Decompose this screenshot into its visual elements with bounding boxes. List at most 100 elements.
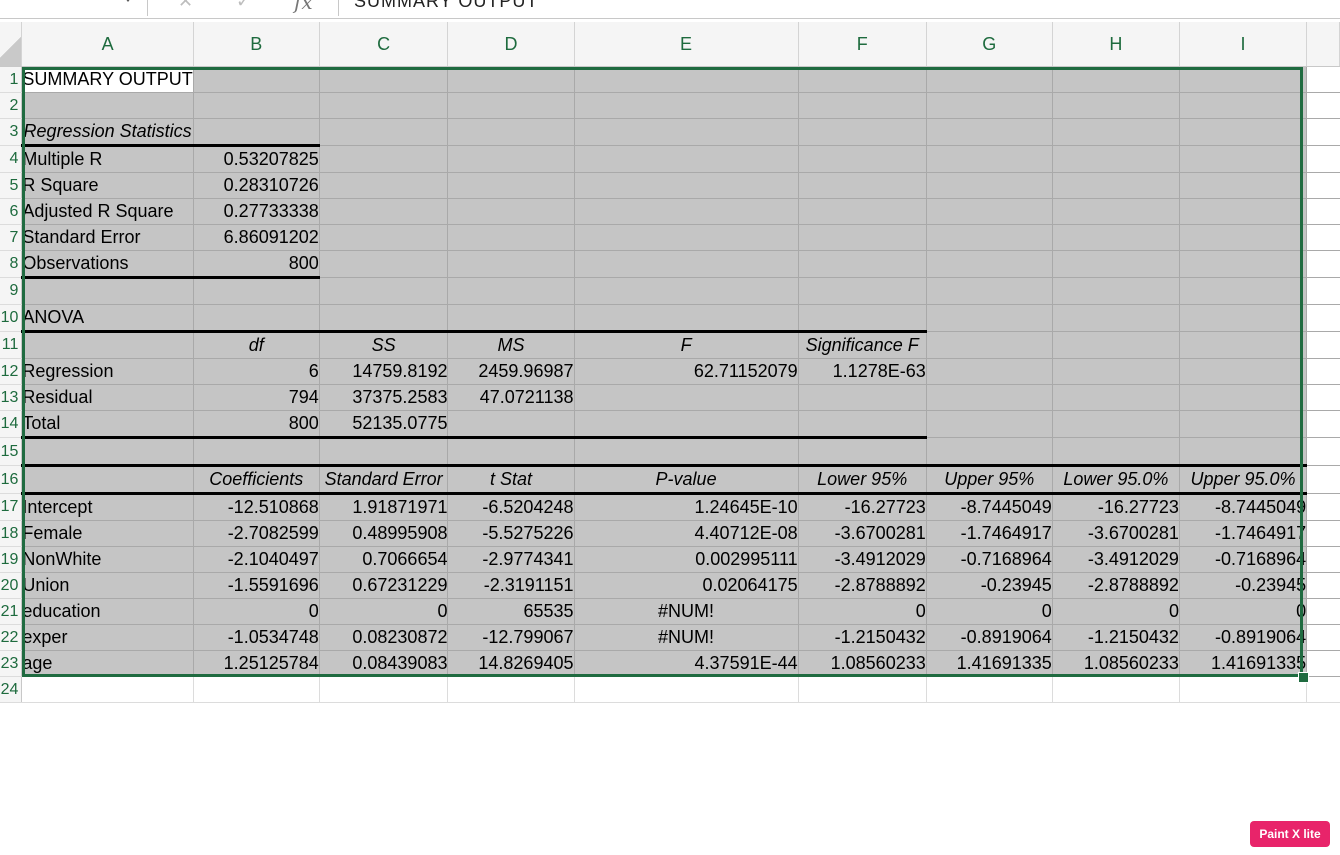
cell-d5[interactable]	[447, 172, 575, 199]
cell-b3[interactable]	[193, 118, 320, 147]
cell-g19[interactable]: -0.7168964	[926, 546, 1053, 573]
cell-c13[interactable]: 37375.2583	[319, 384, 449, 411]
cell-c14[interactable]: 52135.0775	[319, 410, 449, 439]
cell-g14[interactable]	[926, 410, 1053, 438]
cell-e9[interactable]	[574, 277, 799, 305]
cell-c10[interactable]	[319, 304, 449, 333]
spreadsheet-grid[interactable]: A B C D E F G H I 1 SUMMARY OUTPUT 2 3 Regre…	[0, 22, 1340, 703]
cell-b2[interactable]	[193, 92, 320, 119]
cell-a9[interactable]	[21, 277, 194, 305]
cell-d18[interactable]: -5.5275226	[447, 520, 575, 547]
cell-g13[interactable]	[926, 384, 1053, 411]
cell-a4[interactable]: Multiple R	[21, 145, 194, 173]
cell-f16[interactable]: Lower 95%	[798, 465, 927, 495]
cell-e15[interactable]	[574, 437, 799, 467]
cell-a2[interactable]	[21, 92, 194, 119]
cell-i14[interactable]	[1179, 410, 1308, 438]
cell-c12[interactable]: 14759.8192	[319, 358, 449, 385]
cell-j21[interactable]	[1306, 598, 1340, 625]
cell-b21[interactable]: 0	[193, 598, 320, 625]
cell-g7[interactable]	[926, 224, 1053, 251]
cell-h5[interactable]	[1052, 172, 1180, 199]
row-header[interactable]: 22	[0, 624, 23, 651]
cell-i12[interactable]	[1179, 358, 1308, 385]
cell-e23[interactable]: 4.37591E-44	[574, 650, 799, 677]
row-header[interactable]: 12	[0, 358, 23, 385]
cell-j23[interactable]	[1306, 650, 1340, 677]
cell-b15[interactable]	[193, 437, 320, 467]
cell-g1[interactable]	[926, 66, 1053, 93]
cell-g4[interactable]	[926, 145, 1053, 173]
cell-f10[interactable]	[798, 304, 927, 333]
row-header[interactable]: 20	[0, 572, 23, 599]
cell-d11[interactable]: MS	[447, 331, 575, 359]
cell-g18[interactable]: -1.7464917	[926, 520, 1053, 547]
cell-b13[interactable]: 794	[193, 384, 320, 411]
cell-d10[interactable]	[447, 304, 575, 333]
cell-a1[interactable]: SUMMARY OUTPUT	[21, 66, 194, 93]
cell-a20[interactable]: Union	[21, 572, 194, 599]
cell-h1[interactable]	[1052, 66, 1180, 93]
cell-e5[interactable]	[574, 172, 799, 199]
cell-c22[interactable]: 0.08230872	[319, 624, 449, 651]
cell-b14[interactable]: 800	[193, 410, 320, 439]
cell-a14[interactable]: Total	[21, 410, 194, 439]
cell-h22[interactable]: -1.2150432	[1052, 624, 1180, 651]
cell-e7[interactable]	[574, 224, 799, 251]
cell-g22[interactable]: -0.8919064	[926, 624, 1053, 651]
cell-f9[interactable]	[798, 277, 927, 305]
cell-i5[interactable]	[1179, 172, 1308, 199]
cell-c20[interactable]: 0.67231229	[319, 572, 449, 599]
row-header[interactable]: 14	[0, 410, 23, 438]
cell-j1[interactable]	[1306, 66, 1340, 93]
cell-b9[interactable]	[193, 277, 320, 305]
cell-c11[interactable]: SS	[319, 331, 449, 359]
cell-b11[interactable]: df	[193, 331, 320, 359]
row-header[interactable]: 1	[0, 66, 23, 93]
cell-i3[interactable]	[1179, 118, 1308, 146]
cell-a6[interactable]: Adjusted R Square	[21, 198, 194, 225]
row-header[interactable]: 10	[0, 304, 23, 332]
cell-i20[interactable]: -0.23945	[1179, 572, 1308, 599]
cell-a13[interactable]: Residual	[21, 384, 194, 411]
cell-j11[interactable]	[1306, 331, 1340, 359]
cell-c18[interactable]: 0.48995908	[319, 520, 449, 547]
cell-d24[interactable]	[447, 676, 575, 703]
cell-d4[interactable]	[447, 145, 575, 173]
cell-d1[interactable]	[447, 66, 575, 93]
column-header-e[interactable]: E	[574, 22, 799, 67]
cell-j10[interactable]	[1306, 304, 1340, 332]
cell-i13[interactable]	[1179, 384, 1308, 411]
row-header[interactable]: 5	[0, 172, 23, 199]
cell-c4[interactable]	[319, 145, 449, 173]
cell-h8[interactable]	[1052, 250, 1180, 278]
cell-f12[interactable]: 1.1278E-63	[798, 358, 927, 385]
cell-f14[interactable]	[798, 410, 927, 439]
cell-f11[interactable]: Significance F	[798, 331, 927, 359]
cell-f1[interactable]	[798, 66, 927, 93]
cell-a24[interactable]	[21, 676, 194, 703]
cell-e20[interactable]: 0.02064175	[574, 572, 799, 599]
row-header[interactable]: 8	[0, 250, 23, 278]
cell-h14[interactable]	[1052, 410, 1180, 438]
cell-a15[interactable]	[21, 437, 194, 467]
cell-f3[interactable]	[798, 118, 927, 146]
confirm-icon[interactable]: ✓	[236, 0, 251, 12]
column-header-f[interactable]: F	[798, 22, 927, 67]
cell-d7[interactable]	[447, 224, 575, 251]
row-header[interactable]: 17	[0, 493, 23, 521]
cell-h4[interactable]	[1052, 145, 1180, 173]
cell-g20[interactable]: -0.23945	[926, 572, 1053, 599]
cell-c21[interactable]: 0	[319, 598, 449, 625]
cell-d22[interactable]: -12.799067	[447, 624, 575, 651]
cell-g3[interactable]	[926, 118, 1053, 146]
cell-a5[interactable]: R Square	[21, 172, 194, 199]
cell-f24[interactable]	[798, 676, 927, 703]
cell-j22[interactable]	[1306, 624, 1340, 651]
cell-b5[interactable]: 0.28310726	[193, 172, 320, 199]
column-header-h[interactable]: H	[1052, 22, 1180, 67]
cell-i16[interactable]: Upper 95.0%	[1179, 465, 1308, 495]
cell-e22[interactable]: #NUM!	[574, 624, 799, 651]
cell-h23[interactable]: 1.08560233	[1052, 650, 1180, 677]
cell-b10[interactable]	[193, 304, 320, 333]
